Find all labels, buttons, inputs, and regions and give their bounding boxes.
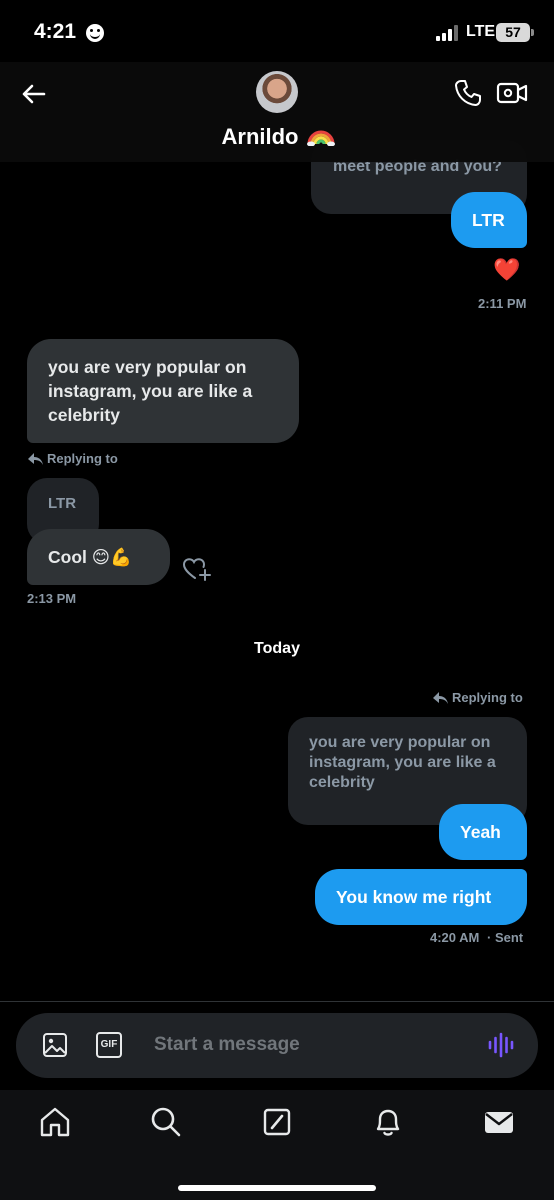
quoted-text: LTR [48,495,77,512]
voice-waveform-icon[interactable] [487,1032,515,1058]
message-text: You know me right [336,887,492,907]
search-icon[interactable] [148,1104,184,1140]
rainbow-icon [307,130,335,146]
image-icon[interactable] [42,1032,68,1058]
phone-icon[interactable] [453,78,483,108]
incoming-message[interactable]: Cool 😊💪 [27,529,170,585]
timestamp: 4:20 AM · Sent [430,930,524,945]
message-input[interactable]: Start a message [154,1034,300,1056]
timestamp: 2:11 PM [478,296,527,311]
message-text: you are very popular on instagram, you a… [48,357,253,425]
messages-icon[interactable] [481,1104,517,1140]
gif-button[interactable]: GIF [96,1032,122,1058]
replying-to-indicator: Replying to [27,451,118,466]
heart-reaction[interactable]: ❤️ [493,256,520,284]
outgoing-message[interactable]: LTR [451,192,527,248]
notifications-icon[interactable] [370,1104,406,1140]
message-text: Yeah [460,822,501,842]
reply-arrow-icon [28,452,43,465]
bottom-tab-bar [0,1090,554,1200]
message-text: LTR [472,210,505,230]
add-reaction-icon[interactable] [182,556,212,582]
message-composer[interactable]: GIF Start a message [16,1013,538,1078]
timestamp: 2:13 PM [27,591,77,606]
video-camera-icon[interactable] [496,78,528,108]
outgoing-message[interactable]: Yeah [439,804,527,860]
home-icon[interactable] [37,1104,73,1140]
message-text: Cool 😊💪 [48,547,132,567]
arrow-left-icon[interactable] [18,78,50,110]
incoming-message[interactable]: you are very popular on instagram, you a… [27,339,299,443]
home-indicator [178,1185,376,1191]
replying-to-indicator: Replying to [432,690,523,705]
contact-name[interactable]: Arnildo [0,124,554,150]
day-divider: Today [254,640,300,657]
divider [0,1001,554,1002]
reply-arrow-icon [433,691,448,704]
conversation-header: Arnildo [0,62,554,162]
quoted-text: you are very popular on instagram, you a… [309,734,496,791]
sent-status: · Sent [487,930,524,945]
outgoing-message[interactable]: You know me right [315,869,527,925]
grok-icon[interactable] [259,1104,295,1140]
avatar[interactable] [256,71,298,113]
